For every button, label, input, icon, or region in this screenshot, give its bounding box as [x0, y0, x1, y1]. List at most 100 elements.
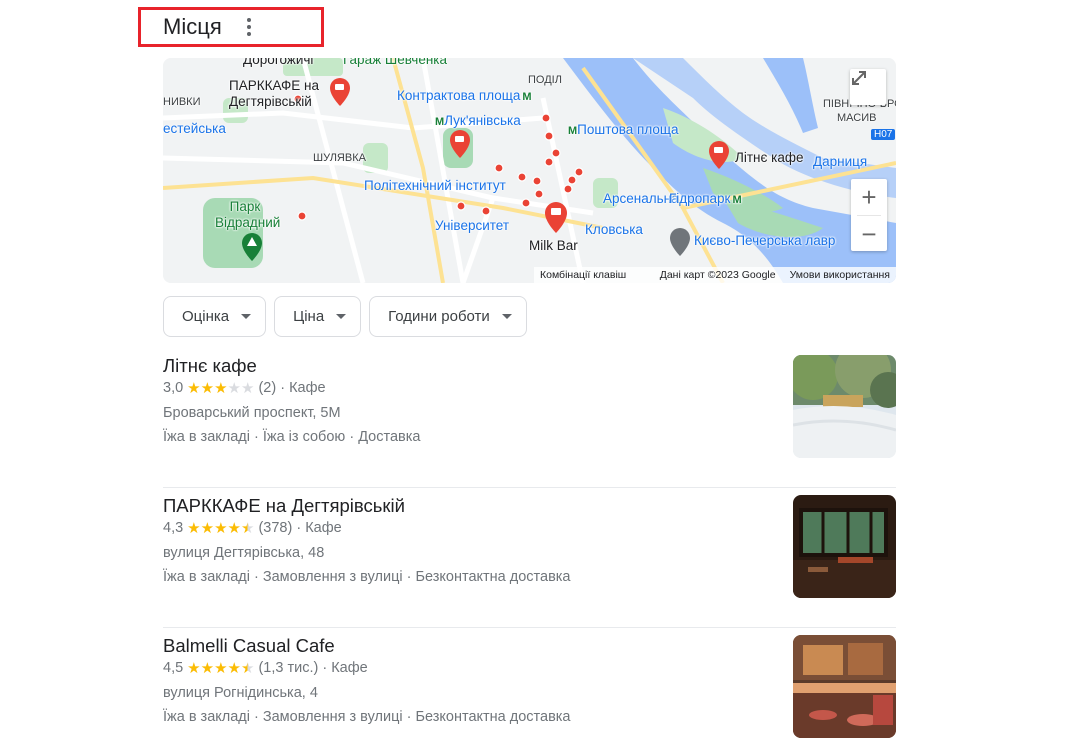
place-meta: 4,3 ★ ★ ★ ★ ★ (378) · Кафе	[163, 520, 342, 536]
place-category: Кафе	[331, 660, 368, 676]
place-category: Кафе	[289, 380, 326, 396]
place-address: вулиця Дегтярівська, 48	[163, 545, 325, 561]
place-review-count: (378)	[258, 520, 293, 536]
map-label-kontraktova: Контрактова площа M	[397, 88, 532, 103]
star-icon: ★	[227, 659, 241, 677]
map-label-masyv: МАСИВ	[837, 112, 877, 124]
terms-link[interactable]: Умови використання	[790, 269, 890, 281]
map-attribution: Комбінації клавіш Дані карт ©2023 Google…	[534, 267, 896, 283]
map-label-hydropark: Гідропарк M	[669, 191, 742, 206]
map-label-berestejska: естейська	[163, 121, 226, 136]
place-name[interactable]: ПАРККАФЕ на Дегтярівській	[163, 495, 405, 517]
star-icon: ★	[240, 379, 255, 397]
map-label-lukianivska-text: Лук'янівська	[444, 113, 521, 128]
place-result[interactable]: Balmelli Casual Cafe 4,5 ★ ★ ★ ★ ★ (1,3 тис.…	[163, 628, 896, 748]
map-label-hydropark-text: Гідропарк	[669, 191, 731, 206]
zoom-in-button[interactable]: +	[851, 179, 887, 215]
star-icon: ★	[200, 379, 215, 397]
more-options-icon[interactable]	[242, 17, 256, 37]
place-photo[interactable]	[793, 495, 896, 598]
metro-icon: M	[435, 116, 445, 128]
map-label-poshtova-text: Поштова площа	[577, 122, 679, 137]
dropdown-caret-icon	[336, 314, 347, 319]
place-name[interactable]: Літнє кафе	[163, 355, 257, 377]
map-label-dorohozhychi: Дорогожичі	[243, 58, 314, 67]
place-review-count: (2)	[258, 380, 277, 396]
place-service-options: Їжа в закладі · Замовлення з вулиці · Бе…	[163, 709, 571, 725]
map-label-klovska: Кловська	[585, 222, 643, 237]
map-label-poshtova: MПоштова площа	[566, 122, 679, 137]
map-label-milkbar[interactable]: Milk Bar	[529, 238, 578, 253]
place-photo[interactable]	[793, 635, 896, 738]
star-icon: ★	[214, 659, 228, 677]
map-label-park-vidradnyi: Парк Відрадний	[215, 199, 281, 230]
road-sign-h07: Н07	[871, 129, 896, 140]
map-label-darnytsia: Дарниця	[813, 154, 868, 169]
zoom-out-button[interactable]: −	[851, 216, 887, 252]
filter-hours[interactable]: Години роботи	[369, 296, 527, 337]
place-result[interactable]: Літнє кафе 3,0 ★ ★ ★ ★ ★ (2) · Кафе Броварсь…	[163, 348, 896, 488]
star-icon: ★	[240, 519, 255, 537]
map-label-parkcafe[interactable]: ПАРККАФЕ на Дегтярівській	[229, 78, 341, 110]
place-address: вулиця Рогнідинська, 4	[163, 685, 318, 701]
places-title: Місця	[163, 14, 222, 39]
star-icon: ★	[214, 519, 228, 537]
dropdown-caret-icon	[241, 314, 252, 319]
map-label-nyvky: НИВКИ	[163, 96, 201, 108]
place-rating: 3,0	[163, 380, 184, 396]
filter-hours-label: Години роботи	[388, 308, 490, 325]
place-photo[interactable]	[793, 355, 896, 458]
star-icon: ★	[187, 379, 201, 397]
place-result[interactable]: ПАРККАФЕ на Дегтярівській 4,3 ★ ★ ★ ★ ★ (378…	[163, 488, 896, 628]
map-label-universytet: Університет	[435, 218, 510, 233]
meta-separator: ·	[292, 520, 306, 536]
place-photo-image	[793, 355, 896, 458]
meta-separator: ·	[318, 660, 332, 676]
place-rating: 4,5	[163, 660, 184, 676]
filter-chips: Оцінка Ціна Години роботи	[163, 296, 527, 337]
filter-price-label: Ціна	[293, 308, 325, 325]
star-icon: ★	[214, 379, 228, 397]
fullscreen-button[interactable]	[850, 69, 886, 105]
filter-price[interactable]: Ціна	[274, 296, 362, 337]
place-review-count: (1,3 тис.)	[258, 660, 319, 676]
metro-icon: M	[568, 125, 578, 137]
star-icon: ★	[200, 659, 215, 677]
places-header: Місця	[138, 7, 324, 47]
place-name[interactable]: Balmelli Casual Cafe	[163, 635, 335, 657]
place-service-options: Їжа в закладі · Замовлення з вулиці · Бе…	[163, 569, 571, 585]
places-list: Літнє кафе 3,0 ★ ★ ★ ★ ★ (2) · Кафе Броварсь…	[163, 348, 896, 748]
filter-rating[interactable]: Оцінка	[163, 296, 267, 337]
place-category: Кафе	[305, 520, 342, 536]
map-label-shuliavka: ШУЛЯВКА	[313, 152, 366, 164]
map-label-lavra: Києво-Печерська лавр	[694, 233, 836, 248]
map-data-credit: Дані карт ©2023 Google	[659, 269, 776, 281]
map-label-litne[interactable]: Літнє кафе	[735, 150, 803, 165]
place-rating: 4,3	[163, 520, 184, 536]
map[interactable]: Дорогожичі Гараж Шевченка ПАРККАФЕ на Де…	[163, 58, 896, 283]
filter-rating-label: Оцінка	[182, 308, 230, 325]
rating-stars: ★ ★ ★ ★ ★	[187, 521, 254, 536]
expand-icon	[852, 71, 866, 85]
keyboard-shortcuts-link[interactable]: Комбінації клавіш	[540, 269, 626, 281]
star-icon: ★	[200, 519, 215, 537]
map-label-lukianivska: MЛук'янівська	[433, 113, 521, 128]
star-icon: ★	[227, 379, 241, 397]
star-icon: ★	[187, 519, 201, 537]
star-icon: ★	[240, 659, 255, 677]
zoom-controls: + −	[851, 179, 887, 251]
place-meta: 3,0 ★ ★ ★ ★ ★ (2) · Кафе	[163, 380, 326, 396]
rating-stars: ★ ★ ★ ★ ★	[187, 381, 254, 396]
place-photo-image	[793, 635, 896, 738]
metro-icon: M	[732, 194, 742, 206]
place-meta: 4,5 ★ ★ ★ ★ ★ (1,3 тис.) · Кафе	[163, 660, 368, 676]
metro-icon: M	[522, 91, 532, 103]
map-label-polytech: Політехнічний інститут	[364, 178, 506, 193]
map-label-arsenalna: Арсенальна	[603, 191, 679, 206]
place-service-options: Їжа в закладі · Їжа із собою · Доставка	[163, 429, 421, 445]
place-address: Броварський проспект, 5М	[163, 405, 341, 421]
place-photo-image	[793, 495, 896, 598]
map-label-shevchenka: Гараж Шевченка	[343, 58, 448, 67]
dropdown-caret-icon	[501, 314, 512, 319]
star-icon: ★	[187, 659, 201, 677]
